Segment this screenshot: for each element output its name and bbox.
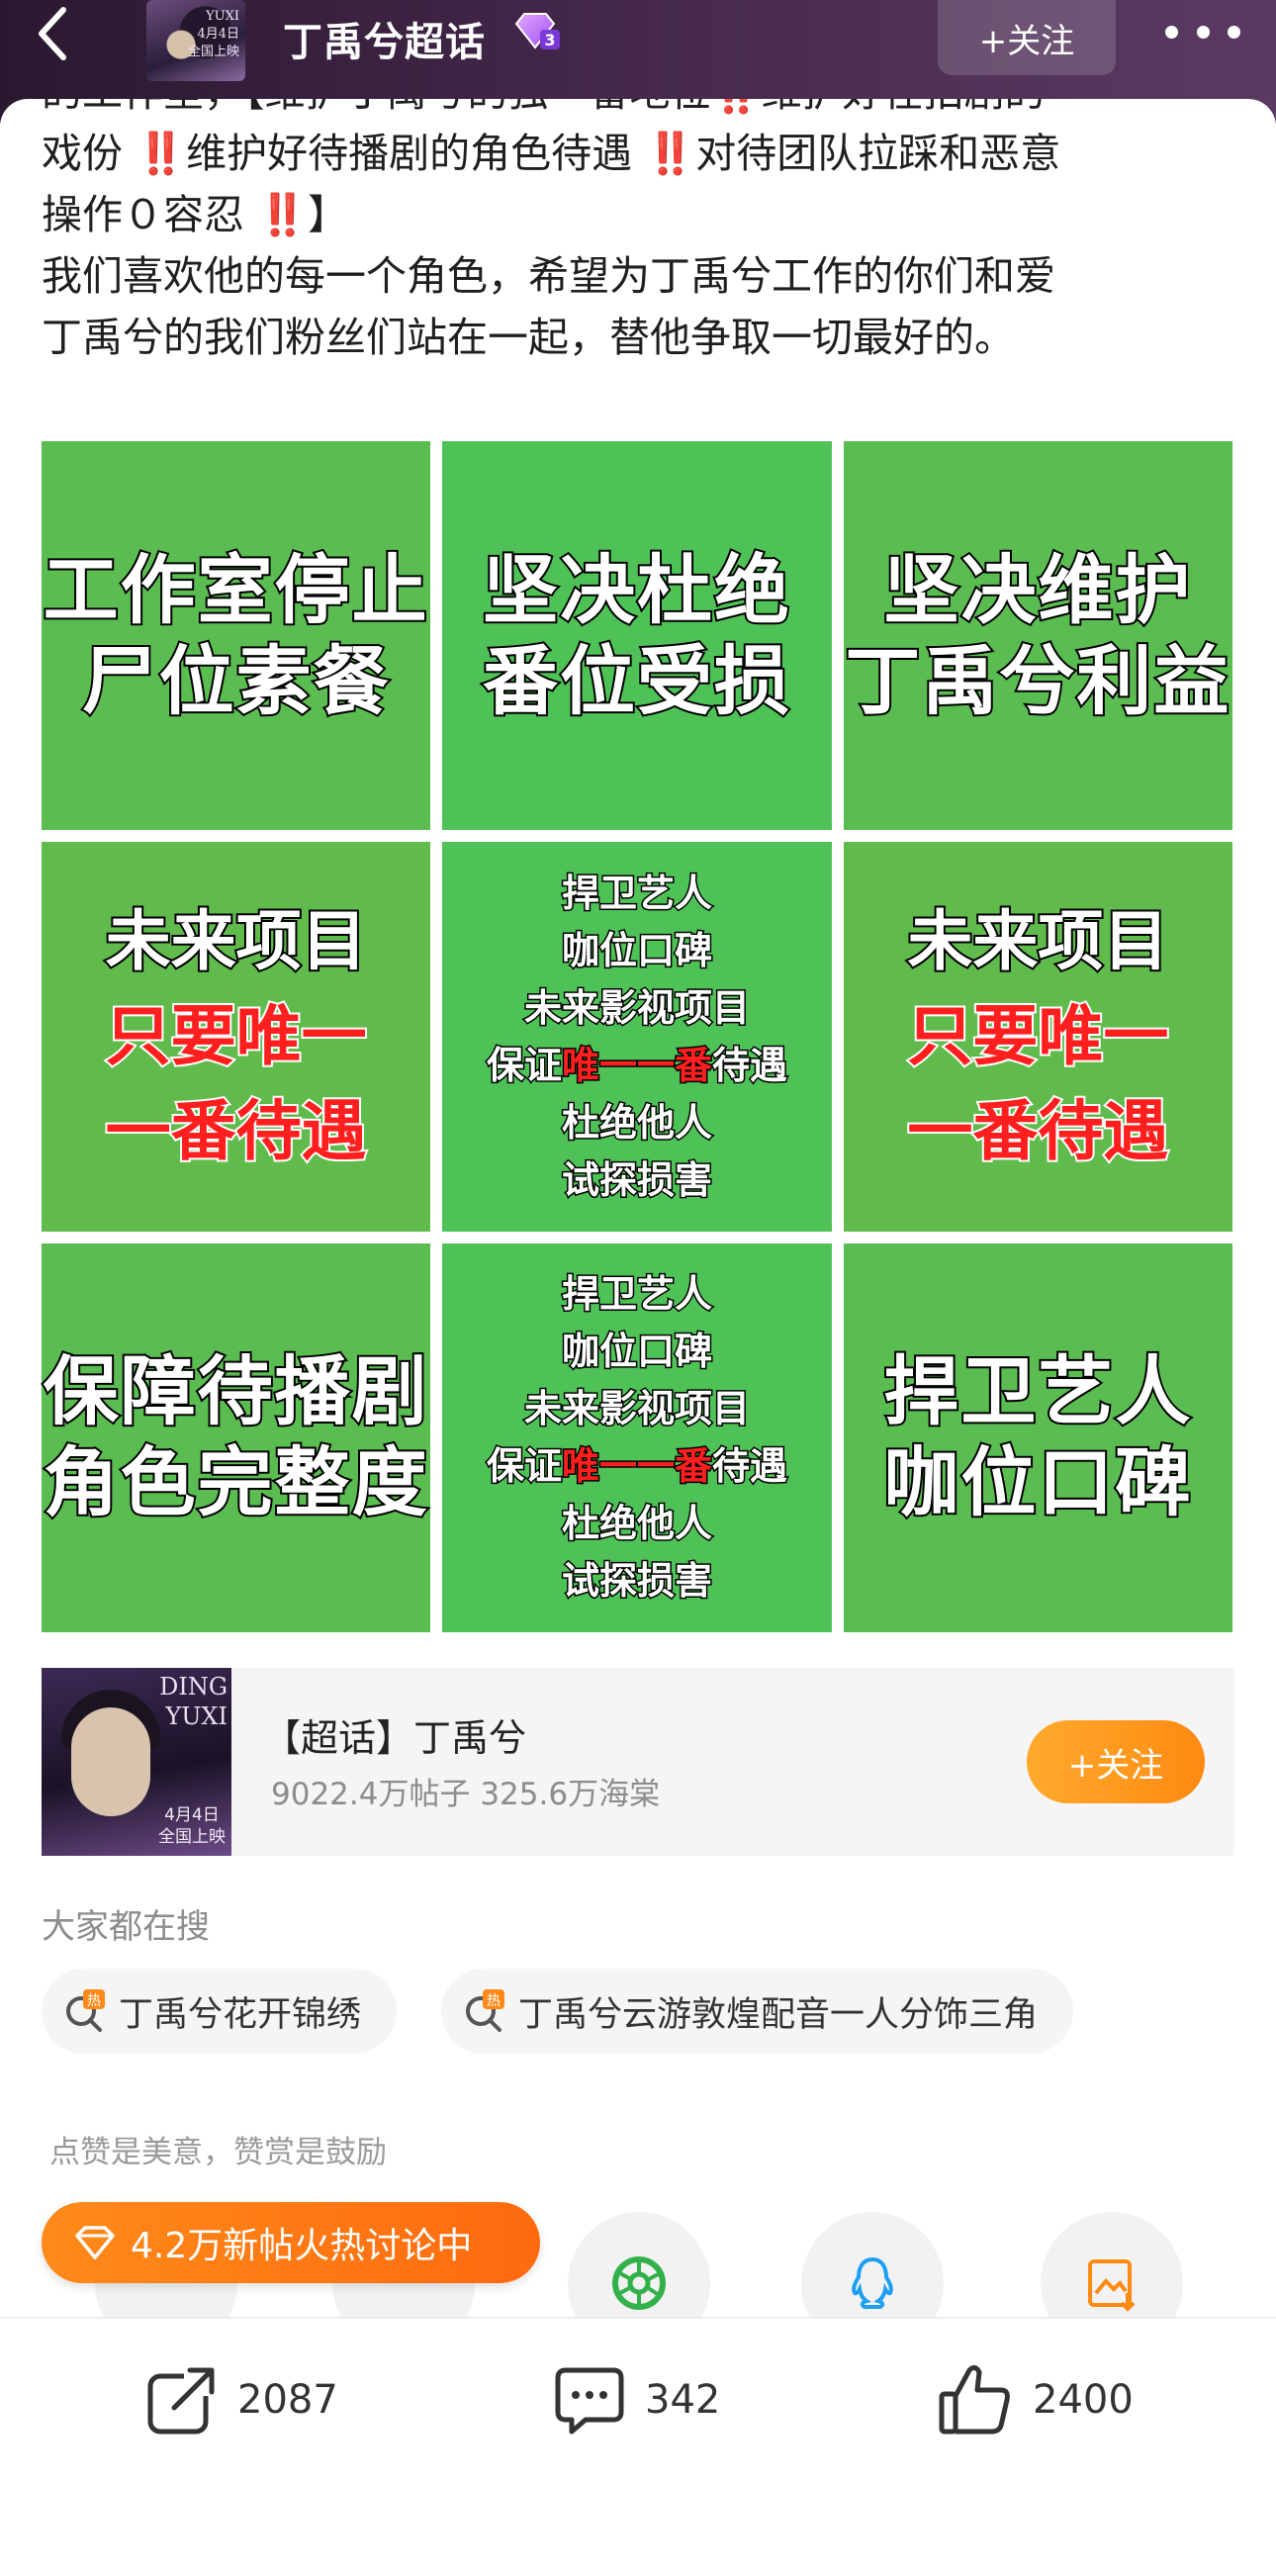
tile-text: 唯一一番 <box>560 1042 713 1088</box>
comment-count: 342 <box>645 2377 721 2423</box>
diamond-level-icon: 3 <box>512 12 562 51</box>
supertopic-name: 【超话】丁禹兮 <box>263 1716 527 1760</box>
grid-image-5[interactable]: 捍卫艺人 咖位口碑 未来影视项目 保证唯一一番待遇 杜绝他人 试探损害 <box>442 842 832 1232</box>
grid-image-3[interactable]: 坚决维护 丁禹兮利益 <box>843 441 1232 831</box>
tile-text-line: 保证唯一一番待遇 <box>485 1437 788 1495</box>
tile-text: 捍卫艺人 <box>560 870 713 916</box>
back-arrow-icon[interactable] <box>26 4 85 63</box>
hot-badge-label: 热 <box>487 1993 501 2009</box>
thumbs-up-icon <box>939 2364 1010 2435</box>
tile-text: 未来项目 <box>905 901 1170 981</box>
grid-image-8[interactable]: 捍卫艺人 咖位口碑 未来影视项目 保证唯一一番待遇 杜绝他人 试探损害 <box>442 1242 832 1632</box>
like-button[interactable]: 2400 <box>936 2350 1134 2449</box>
tile-text: 捍卫艺人 <box>881 1345 1193 1437</box>
tile-text: 工作室停止 <box>42 544 429 636</box>
follow-button-header[interactable]: +关注 <box>938 0 1116 75</box>
comment-icon <box>555 2367 624 2435</box>
post-line: 的工作室，【维护丁禹兮的独一番地位‼️维护好在拍剧的 <box>42 99 1248 123</box>
tile-text: 保障待播剧 <box>42 1345 429 1437</box>
more-options-icon[interactable] <box>1165 12 1240 51</box>
tile-text: 杜绝他人 <box>560 1501 713 1547</box>
follow-button[interactable]: +关注 <box>1027 1720 1205 1803</box>
page-title: 丁禹兮超话 <box>283 20 486 65</box>
post-text: 戏份 <box>42 130 123 177</box>
tile-text: 坚决维护 <box>881 544 1193 636</box>
grid-image-7[interactable]: 保障待播剧 角色完整度 <box>42 1242 431 1632</box>
hot-discussion-label: 4.2万新帖火热讨论中 <box>131 2226 473 2266</box>
post-text: 维护好在拍剧的 <box>762 99 1046 116</box>
like-count: 2400 <box>1033 2377 1134 2423</box>
search-chip-label: 丁禹兮花开锦绣 <box>119 1994 362 2035</box>
image-grid: 工作室停止 尸位素餐 坚决杜绝 番位受损 坚决维护 丁禹兮利益 未来项目 只要唯… <box>42 441 1232 1632</box>
tile-text: 丁禹兮利益 <box>843 635 1231 727</box>
tile-text: 杜绝他人 <box>560 1099 713 1146</box>
tile-text: 一番待遇 <box>104 1091 369 1171</box>
post-line: 操作０容忍 ‼️】 <box>42 184 1248 245</box>
grid-image-6[interactable]: 未来项目 只要唯一 一番待遇 <box>843 842 1232 1232</box>
tile-text: 待遇 <box>710 1443 788 1490</box>
tile-text: 唯一一番 <box>560 1443 713 1490</box>
warning-icon: ‼️ <box>257 191 309 238</box>
grid-image-9[interactable]: 捍卫艺人 咖位口碑 <box>843 1242 1232 1632</box>
post-text: 】 <box>308 191 349 238</box>
tile-text: 番位受损 <box>481 635 791 727</box>
grid-image-1[interactable]: 工作室停止 尸位素餐 <box>42 441 431 831</box>
tile-text: 咖位口碑 <box>881 1436 1193 1528</box>
post-text: 对待团队拉踩和恶意 <box>695 130 1061 177</box>
tile-text: 待遇 <box>710 1042 788 1088</box>
warning-icon: ‼️ <box>136 130 187 177</box>
tile-text: 坚决杜绝 <box>481 544 791 636</box>
diamond-icon <box>75 2226 115 2259</box>
share-button[interactable]: 2087 <box>144 2350 338 2449</box>
tile-text: 一番待遇 <box>905 1091 1170 1171</box>
post-text: 的工作室，【维护丁禹兮的独一番地位 <box>42 99 711 116</box>
tile-text: 未来影视项目 <box>522 1386 751 1432</box>
search-chip[interactable]: 热 丁禹兮云游敦煌配音一人分饰三角 <box>441 1969 1074 2054</box>
cover-caption: 4月4日 全国上映 <box>158 1805 226 1847</box>
tile-text: 咖位口碑 <box>560 1329 713 1375</box>
tile-text: 试探损害 <box>560 1156 713 1203</box>
avatar-caption: YUXI 4月4日 全国上映 <box>187 9 239 59</box>
post-text: 维护好待播剧的角色待遇 <box>186 130 633 177</box>
post-line: 戏份 ‼️维护好待播剧的角色待遇 ‼️对待团队拉踩和恶意 <box>42 123 1248 184</box>
tile-text: 试探损害 <box>560 1558 713 1605</box>
warning-icon: ‼️ <box>645 130 696 177</box>
tile-text: 未来项目 <box>104 901 369 981</box>
supertopic-avatar[interactable]: YUXI 4月4日 全国上映 <box>146 0 245 81</box>
tile-text: 只要唯一 <box>905 996 1170 1076</box>
hot-search-icon: 热 <box>63 1989 107 2033</box>
post-body: 的工作室，【维护丁禹兮的独一番地位‼️维护好在拍剧的 戏份 ‼️维护好待播剧的角… <box>42 99 1248 396</box>
hot-search-icon: 热 <box>463 1989 506 2033</box>
tile-text: 尸位素餐 <box>80 635 391 727</box>
supertopic-stats: 9022.4万帖子 325.6万海棠 <box>271 1777 661 1812</box>
supertopic-cover-image: DING YUXI 4月4日 全国上映 <box>42 1668 231 1856</box>
tile-text: 保证 <box>485 1443 563 1490</box>
tile-text: 捍卫艺人 <box>560 1271 713 1318</box>
cover-caption: DING YUXI <box>159 1673 228 1730</box>
hot-badge-label: 热 <box>87 1993 101 2009</box>
bottom-action-bar: 2087 342 2400 <box>0 2317 1276 2576</box>
tile-text: 保证 <box>485 1042 563 1088</box>
tile-text: 咖位口碑 <box>560 927 713 973</box>
share-icon <box>147 2366 216 2435</box>
trending-search-title: 大家都在搜 <box>42 1907 210 1947</box>
tile-text: 未来影视项目 <box>522 984 751 1031</box>
search-chip[interactable]: 热 丁禹兮花开锦绣 <box>42 1969 398 2054</box>
post-text: 操作０容忍 <box>42 191 244 238</box>
reward-hint: 点赞是美意，赞赏是鼓励 <box>49 2135 387 2170</box>
tile-text-line: 保证唯一一番待遇 <box>485 1037 788 1094</box>
warning-icon: ‼️ <box>711 99 762 116</box>
post-line: 丁禹兮的我们粉丝们站在一起，替他争取一切最好的。 <box>42 314 1015 361</box>
level-number: 3 <box>544 31 555 49</box>
hot-discussion-pill[interactable]: 4.2万新帖火热讨论中 <box>42 2202 540 2283</box>
tile-text: 角色完整度 <box>42 1436 429 1528</box>
grid-image-4[interactable]: 未来项目 只要唯一 一番待遇 <box>42 842 431 1232</box>
search-chip-label: 丁禹兮云游敦煌配音一人分饰三角 <box>518 1994 1039 2035</box>
share-count: 2087 <box>237 2377 338 2423</box>
tile-text: 只要唯一 <box>104 996 369 1076</box>
supertopic-card[interactable]: DING YUXI 4月4日 全国上映 【超话】丁禹兮 9022.4万帖子 32… <box>42 1668 1234 1856</box>
post-line: 我们喜欢他的每一个角色，希望为丁禹兮工作的你们和爱 <box>42 252 1055 300</box>
grid-image-2[interactable]: 坚决杜绝 番位受损 <box>442 441 832 831</box>
comment-button[interactable]: 342 <box>552 2350 720 2449</box>
